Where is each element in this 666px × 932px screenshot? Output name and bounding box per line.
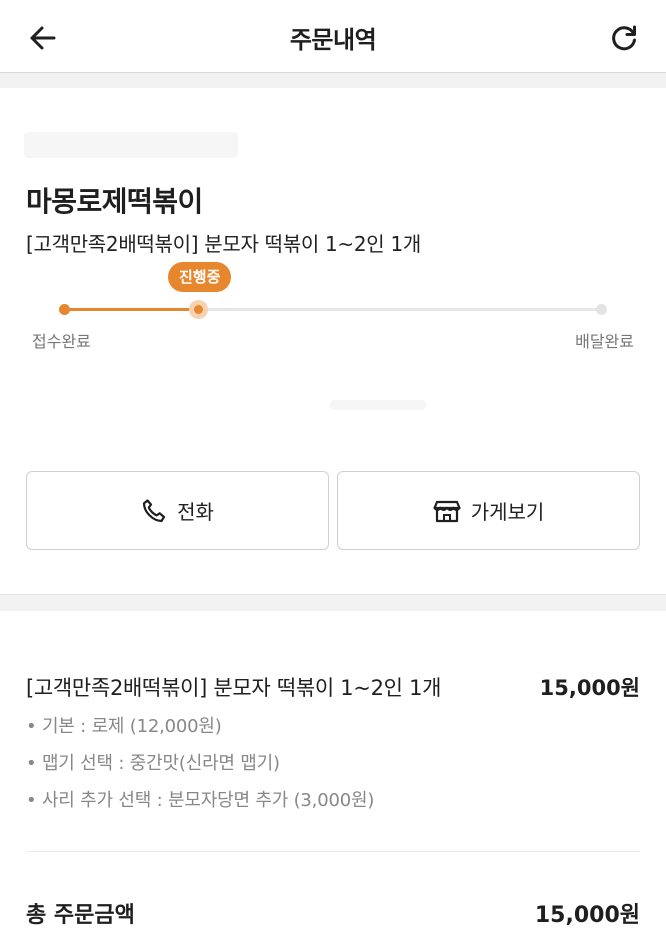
order-detail-section: [고객만족2배떡볶이] 분모자 떡볶이 1~2인 1개 15,000원 • 기본… <box>0 611 666 932</box>
app-header: 주문내역 <box>0 0 666 73</box>
view-store-label: 가게보기 <box>470 500 545 524</box>
redacted-area <box>24 132 238 158</box>
view-store-button[interactable]: 가게보기 <box>337 471 640 550</box>
order-status-card: 마몽로제떡볶이 [고객만족2배떡볶이] 분모자 떡볶이 1~2인 1개 진행중 … <box>0 88 666 594</box>
phone-icon <box>142 498 166 522</box>
progress-track <box>64 308 602 311</box>
progress-current-dot <box>189 300 208 319</box>
step-start-label: 접수완료 <box>32 332 91 351</box>
store-icon <box>433 500 461 522</box>
store-name: 마몽로제떡볶이 <box>26 185 203 218</box>
status-badge: 진행중 <box>168 262 232 292</box>
option-line: • 기본 : 로제 (12,000원) <box>26 716 222 737</box>
option-line: • 맵기 선택 : 중간맛(신라면 맵기) <box>26 753 280 774</box>
option-line: • 사리 추가 선택 : 분모자당면 추가 (3,000원) <box>26 790 375 811</box>
total-value: 15,000원 <box>534 903 640 928</box>
step-end-label: 배달완료 <box>575 332 634 351</box>
page-title: 주문내역 <box>289 26 377 54</box>
section-divider <box>0 594 666 611</box>
refresh-button[interactable] <box>604 18 644 58</box>
redacted-area <box>330 400 426 410</box>
section-divider <box>0 73 666 88</box>
menu-summary: [고객만족2배떡볶이] 분모자 떡볶이 1~2인 1개 <box>26 232 421 256</box>
progress-end-dot <box>596 304 607 315</box>
item-name: [고객만족2배떡볶이] 분모자 떡볶이 1~2인 1개 <box>26 676 442 700</box>
progress-fill <box>64 308 199 311</box>
item-price: 15,000원 <box>539 676 640 700</box>
total-label: 총 주문금액 <box>26 903 135 928</box>
refresh-icon <box>612 25 636 51</box>
divider <box>26 851 640 852</box>
call-button[interactable]: 전화 <box>26 471 329 550</box>
call-label: 전화 <box>177 500 214 524</box>
progress-start-dot <box>59 304 70 315</box>
